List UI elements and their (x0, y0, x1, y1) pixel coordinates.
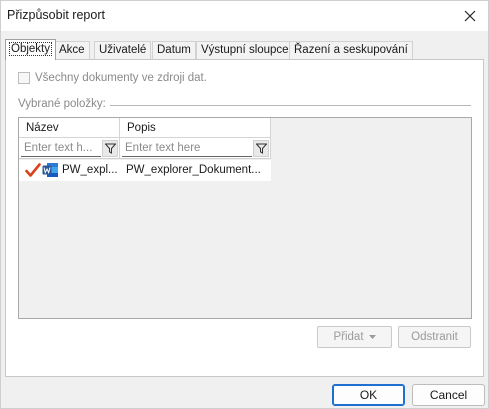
selected-items-grid: Název Popis Enter text h... Enter text h… (18, 117, 472, 319)
column-header-name[interactable]: Název (19, 118, 120, 138)
filter-cell-name: Enter text h... (19, 138, 120, 159)
all-documents-label: Všechny dokumenty ve zdroji dat. (35, 72, 207, 84)
filter-icon (104, 143, 116, 154)
column-header-description[interactable]: Popis (120, 118, 271, 138)
table-row[interactable]: PW_expl... PW_explorer_Dokument... (19, 160, 271, 181)
cancel-button[interactable]: Cancel (412, 384, 485, 406)
chevron-down-icon (368, 335, 376, 339)
word-document-icon (42, 163, 58, 177)
objects-tab-panel: Všechny dokumenty ve zdroji dat. Vybrané… (5, 59, 484, 377)
close-button[interactable] (452, 1, 488, 31)
tab-datum[interactable]: Datum (152, 41, 196, 59)
row-description-cell: PW_explorer_Dokument... (126, 164, 261, 176)
tab-razeni-a-seskupovani[interactable]: Řazení a seskupování (289, 41, 413, 59)
all-documents-checkbox[interactable] (18, 72, 30, 84)
filter-row: Enter text h... Enter text here (19, 138, 271, 159)
add-button[interactable]: Přidat (317, 326, 392, 348)
grid-header-row: Název Popis (19, 118, 271, 138)
check-mark-icon (25, 163, 41, 177)
close-icon (464, 10, 476, 22)
ok-button[interactable]: OK (332, 384, 405, 406)
name-filter-button[interactable] (102, 140, 118, 157)
name-filter-input[interactable]: Enter text h... (21, 140, 101, 157)
filter-cell-description: Enter text here (120, 138, 271, 159)
window-title: Přizpůsobit report (7, 8, 105, 22)
filter-icon (255, 143, 267, 154)
description-filter-input[interactable]: Enter text here (122, 140, 252, 157)
selected-items-label: Vybrané položky: (18, 98, 110, 110)
customize-report-dialog: Přizpůsobit report Objekty Akce Uživatel… (0, 0, 489, 409)
tab-akce[interactable]: Akce (54, 41, 90, 59)
title-bar: Přizpůsobit report (1, 1, 488, 31)
remove-button[interactable]: Odstranit (398, 326, 471, 348)
add-button-label: Přidat (333, 331, 364, 343)
tab-objekty[interactable]: Objekty (5, 39, 56, 60)
description-filter-button[interactable] (253, 140, 269, 157)
all-documents-option: Všechny dokumenty ve zdroji dat. (18, 72, 207, 84)
row-name-cell: PW_expl... (62, 164, 118, 176)
tab-uzivatele[interactable]: Uživatelé (94, 41, 152, 59)
tab-vystupni-sloupce[interactable]: Výstupní sloupce (196, 41, 294, 59)
